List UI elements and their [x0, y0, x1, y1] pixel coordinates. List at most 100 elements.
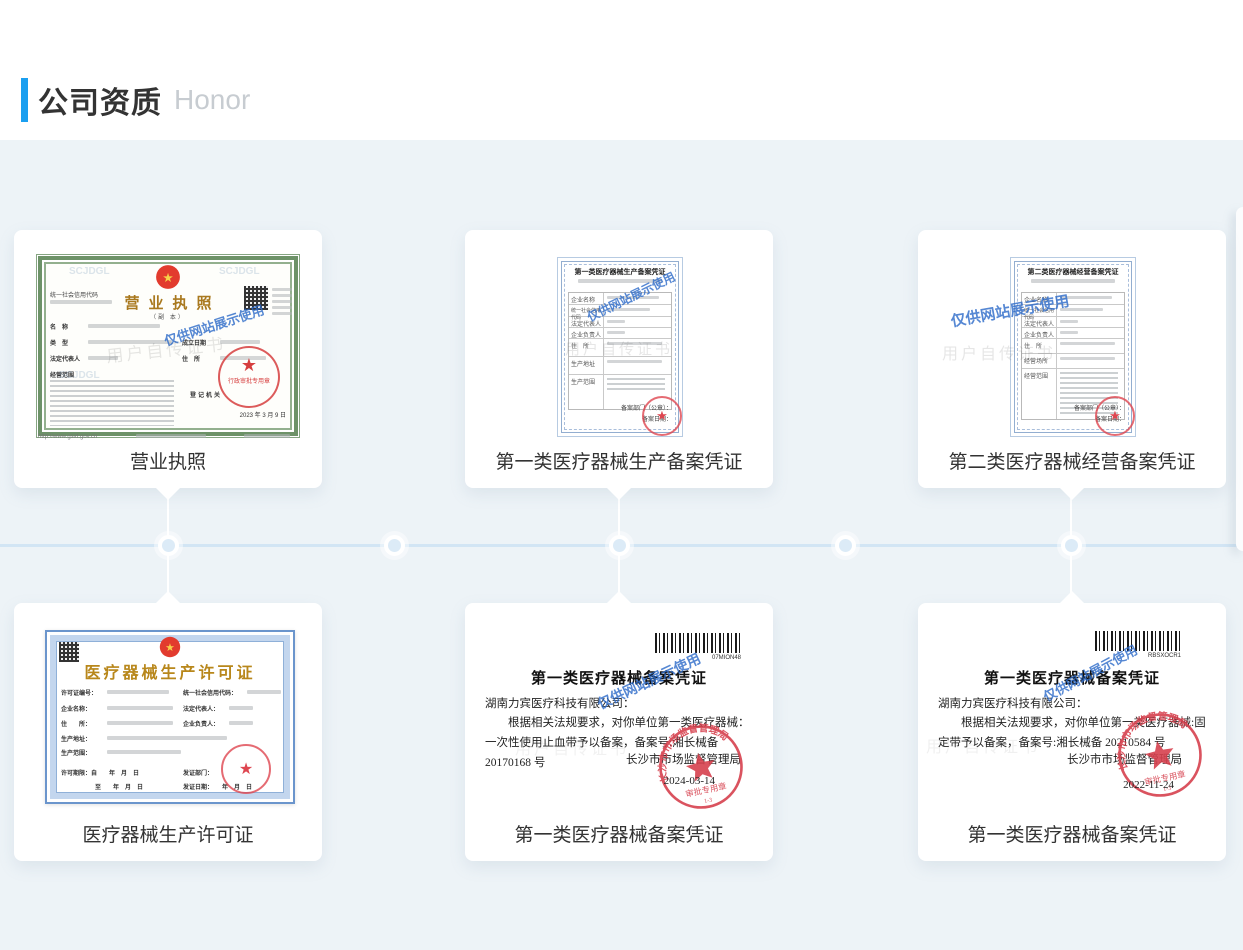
certificate-caption: 第一类医疗器械备案凭证 — [918, 820, 1226, 847]
field-value — [88, 324, 160, 328]
table-label: 统一社会信用代码 — [1022, 305, 1057, 316]
field-value — [88, 356, 118, 360]
partial-next-card[interactable] — [1236, 207, 1243, 551]
filing-certificate-image: 第一类医疗器械生产备案凭证 企业名称 统一社会信用代码 法定代表人 企业负责人 … — [561, 261, 679, 433]
field-value — [229, 706, 253, 710]
seal-sub-text: 1-3 — [704, 798, 713, 806]
table-label: 法定代表人 — [569, 317, 604, 327]
certificate-caption: 第二类医疗器械经营备案凭证 — [918, 447, 1226, 474]
field-label: 类 型 — [50, 338, 68, 347]
honor-page: 公司资质 Honor ★ 营业执照 （副 本） 统一社会信用代码 — [0, 0, 1243, 950]
certificate-caption: 第一类医疗器械备案凭证 — [465, 820, 773, 847]
filing-number-line — [1031, 279, 1115, 283]
license-footnotes: http://www.gsxt.gov.cn — [38, 434, 290, 440]
credit-code-label: 统一社会信用代码 — [50, 290, 98, 299]
registrar-label: 登记机关 — [190, 390, 222, 399]
license-subtitle: （副 本） — [42, 312, 294, 321]
timeline-dot — [158, 535, 179, 556]
connector-notch — [1060, 488, 1084, 500]
certificate-caption: 第一类医疗器械生产备案凭证 — [465, 447, 773, 474]
certificate-card-class2-operation-filing[interactable]: 第二类医疗器械经营备案凭证 企业名称 统一社会信用代码 法定代表人 企业负责人 … — [918, 230, 1226, 488]
field-label: 许可证编号： — [61, 688, 97, 697]
red-seal: ★ — [1095, 396, 1135, 436]
seal-text: 行政审批专用章 — [220, 376, 278, 385]
notice-addressee: 湖南力宾医疗科技有限公司： — [938, 695, 1088, 711]
timeline-dot — [1061, 535, 1082, 556]
field-label: 经营范围 — [50, 370, 74, 379]
field-label: 至 年 月 日 — [95, 782, 143, 791]
filing-number-line — [578, 279, 662, 283]
notice-title: 第一类医疗器械备案凭证 — [465, 667, 773, 688]
barcode-code: RBSXOCR1 — [1095, 653, 1181, 659]
field-label: 统一社会信用代码： — [183, 688, 237, 697]
qr-code — [244, 286, 268, 310]
svg-text:★: ★ — [165, 642, 175, 654]
connector-notch — [607, 591, 631, 603]
timeline-dot — [384, 535, 405, 556]
certificate-card-class1-production-filing[interactable]: 第一类医疗器械生产备案凭证 企业名称 统一社会信用代码 法定代表人 企业负责人 … — [465, 230, 773, 488]
table-label: 住 所 — [569, 339, 604, 356]
table-label: 企业负责人 — [569, 328, 604, 338]
credit-code-value — [50, 300, 112, 304]
footnote-line — [244, 434, 290, 438]
scope-text-block — [50, 380, 174, 426]
table-label: 住 所 — [1022, 339, 1057, 353]
notice-title: 第一类医疗器械备案凭证 — [918, 667, 1226, 688]
field-label: 住 所： — [61, 719, 91, 728]
footnote-line — [136, 434, 206, 438]
red-seal: 长沙市市场监督管理局 审批专用章 1-3 — [1108, 703, 1212, 807]
section-header: 公司资质 Honor — [21, 78, 250, 122]
barcode — [655, 633, 741, 653]
field-label: 名 称 — [50, 322, 68, 331]
barcode — [1095, 631, 1181, 651]
field-value — [107, 690, 169, 694]
connector-notch — [1060, 591, 1084, 603]
certificate-card-production-permit[interactable]: ★ 医疗器械生产许可证 许可证编号： 统一社会信用代码： 企业名称： 法定代表人… — [14, 603, 322, 861]
field-value — [107, 750, 181, 754]
license-date: 2023 年 3 月 9 日 — [240, 410, 286, 419]
notice-date: 2022-11-24 — [1123, 779, 1174, 791]
table-label: 经营场所 — [1022, 354, 1057, 368]
license-footer-url: http://www.gsxt.gov.cn — [38, 434, 97, 440]
permit-certificate-image: ★ 医疗器械生产许可证 许可证编号： 统一社会信用代码： 企业名称： 法定代表人… — [45, 630, 295, 804]
field-value — [88, 340, 172, 344]
field-value — [107, 736, 227, 740]
certificate-card-class1-filing-2[interactable]: RBSXOCR1 第一类医疗器械备案凭证 湖南力宾医疗科技有限公司： 根据相关法… — [918, 603, 1226, 861]
field-label: 生产地址： — [61, 734, 91, 743]
header-accent-bar — [21, 78, 28, 122]
connector-notch — [156, 488, 180, 500]
table-label: 统一社会信用代码 — [569, 305, 604, 316]
connector-notch — [156, 591, 180, 603]
field-label: 生产范围： — [61, 748, 91, 757]
field-value — [107, 706, 173, 710]
page-subtitle: Honor — [174, 84, 250, 116]
field-label: 发证部门： — [183, 768, 213, 777]
field-label: 企业负责人： — [183, 719, 219, 728]
field-value — [247, 690, 281, 694]
field-value — [229, 721, 253, 725]
filing-table: 企业名称 统一社会信用代码 法定代表人 企业负责人 住 所 生产地址 生产范围 — [568, 292, 672, 410]
table-label: 企业名称 — [569, 293, 604, 304]
field-label: 许可期限：自 年 月 日 — [61, 768, 139, 777]
field-label: 成立日期 — [182, 338, 206, 347]
connector-notch — [607, 488, 631, 500]
certificate-caption: 营业执照 — [14, 447, 322, 474]
permit-title: 医疗器械生产许可证 — [47, 659, 293, 683]
field-label: 法定代表人 — [50, 354, 80, 363]
field-label: 住 所 — [182, 354, 200, 363]
page-title: 公司资质 — [38, 78, 162, 122]
notice-date: 2024-03-14 — [664, 775, 715, 787]
table-label: 生产地址 — [569, 357, 604, 374]
certificate-card-business-license[interactable]: ★ 营业执照 （副 本） 统一社会信用代码 名 称 类 型 法定代表人 经营范围… — [14, 230, 322, 488]
barcode-code: 07MION48 — [655, 655, 741, 661]
certificate-card-class1-filing-1[interactable]: 07MION48 第一类医疗器械备案凭证 湖南力宾医疗科技有限公司： 根据相关法… — [465, 603, 773, 861]
table-label: 法定代表人 — [1022, 317, 1057, 327]
field-label: 法定代表人： — [183, 704, 219, 713]
red-seal: ★ — [642, 396, 682, 436]
timeline-dot — [835, 535, 856, 556]
license-side-notes — [272, 288, 292, 318]
svg-text:★: ★ — [162, 271, 173, 285]
national-emblem-icon: ★ — [158, 635, 182, 659]
field-label: 企业名称： — [61, 704, 91, 713]
business-license-image: ★ 营业执照 （副 本） 统一社会信用代码 名 称 类 型 法定代表人 经营范围… — [38, 256, 298, 436]
